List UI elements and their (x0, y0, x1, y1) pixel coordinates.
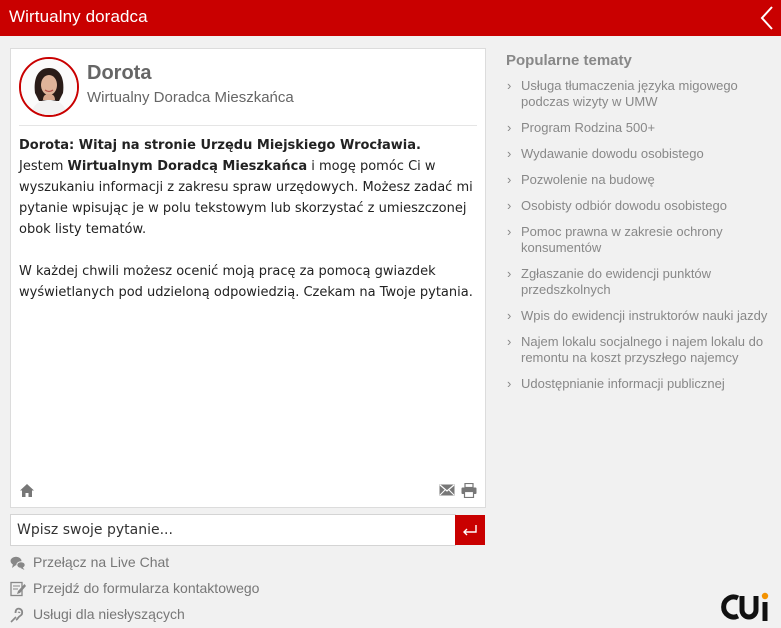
popular-topics-heading: Popularne tematy (506, 52, 632, 69)
deaf-services-label: Usługi dla niesłyszących (33, 606, 185, 622)
top-bar: Wirtualny doradca (0, 0, 781, 36)
topic-label: Usługa tłumaczenia języka migowego podcz… (521, 78, 738, 109)
home-icon[interactable] (19, 483, 35, 498)
topic-item[interactable]: › Najem lokalu socjalnego i najem lokalu … (506, 334, 776, 366)
topic-item[interactable]: › Udostępnianie informacji publicznej (506, 376, 776, 392)
chat-toolbar (11, 483, 485, 501)
chevron-right-icon: › (507, 146, 512, 161)
message-list: Dorota: Witaj na stronie Urzędu Miejskie… (19, 135, 477, 324)
topic-label: Osobisty odbiór dowodu osobistego (521, 198, 727, 213)
message-sender: Dorota: (19, 138, 79, 153)
live-chat-label: Przełącz na Live Chat (33, 554, 170, 570)
topic-label: Udostępnianie informacji publicznej (521, 376, 725, 391)
topic-list: › Usługa tłumaczenia języka migowego podc… (506, 78, 776, 392)
avatar (19, 57, 79, 117)
topic-label: Program Rodzina 500+ (521, 120, 656, 135)
agent-message: Dorota: Witaj na stronie Urzędu Miejskie… (19, 135, 477, 240)
app-title: Wirtualny doradca (9, 7, 148, 26)
chevron-right-icon: › (507, 266, 512, 281)
topic-item[interactable]: › Program Rodzina 500+ (506, 120, 776, 136)
topic-item[interactable]: › Wpis do ewidencji instruktorów nauki ja… (506, 308, 776, 324)
contact-form-label: Przejdź do formularza kontaktowego (33, 580, 260, 596)
topic-item[interactable]: › Osobisty odbiór dowodu osobistego (506, 198, 776, 214)
topic-item[interactable]: › Pozwolenie na budowę (506, 172, 776, 188)
agent-portrait-icon (21, 59, 77, 115)
message-greeting: Witaj na stronie Urzędu Miejskiego Wrocł… (78, 138, 421, 153)
message-text: Jestem (19, 159, 68, 174)
topic-label: Wydawanie dowodu osobistego (521, 146, 704, 161)
chevron-right-icon: › (507, 120, 512, 135)
topic-item[interactable]: › Usługa tłumaczenia języka migowego podc… (506, 78, 776, 110)
chevron-right-icon: › (507, 198, 512, 213)
message-text: W każdej chwili możesz ocenić moją pracę… (19, 264, 473, 300)
chevron-right-icon: › (507, 308, 512, 323)
agent-role: Wirtualny Doradca Mieszkańca (87, 89, 294, 106)
topic-label: Pozwolenie na budowę (521, 172, 655, 187)
form-edit-icon (10, 581, 26, 597)
message-highlight: Wirtualnym Doradcą Mieszkańca (67, 159, 308, 174)
chevron-right-icon: › (507, 334, 512, 349)
chevron-right-icon: › (507, 376, 512, 391)
topic-label: Pomoc prawna w zakresie ochrony konsumen… (521, 224, 723, 255)
enter-arrow-icon (463, 525, 477, 536)
chevron-right-icon: › (507, 224, 512, 239)
topic-label: Zgłaszanie do ewidencji punktów przedszk… (521, 266, 712, 297)
cui-logo (721, 592, 769, 621)
popular-topics: Popularne tematy › Usługa tłumaczenia jęz… (506, 52, 776, 402)
divider (19, 125, 477, 126)
topic-label: Najem lokalu socjalnego i najem lokalu d… (521, 334, 764, 365)
chevron-right-icon: › (507, 78, 512, 93)
topic-item[interactable]: › Zgłaszanie do ewidencji punktów przedsz… (506, 266, 776, 298)
topic-item[interactable]: › Pomoc prawna w zakresie ochrony konsume… (506, 224, 776, 256)
topic-item[interactable]: › Wydawanie dowodu osobistego (506, 146, 776, 162)
chat-panel: Dorota Wirtualny Doradca Mieszkańca Doro… (10, 48, 486, 508)
chevron-right-icon: › (507, 172, 512, 187)
chevron-left-icon[interactable] (757, 4, 777, 32)
print-icon[interactable] (461, 483, 477, 498)
send-button[interactable] (455, 515, 485, 545)
topic-label: Wpis do ewidencji instruktorów nauki jaz… (521, 308, 768, 323)
question-form (10, 514, 486, 546)
speech-bubbles-icon (10, 556, 26, 570)
question-input[interactable] (10, 514, 456, 546)
deaf-ear-icon (10, 607, 24, 623)
agent-name: Dorota (87, 62, 152, 84)
mail-icon[interactable] (439, 484, 455, 496)
agent-message: W każdej chwili możesz ocenić moją pracę… (19, 261, 477, 303)
